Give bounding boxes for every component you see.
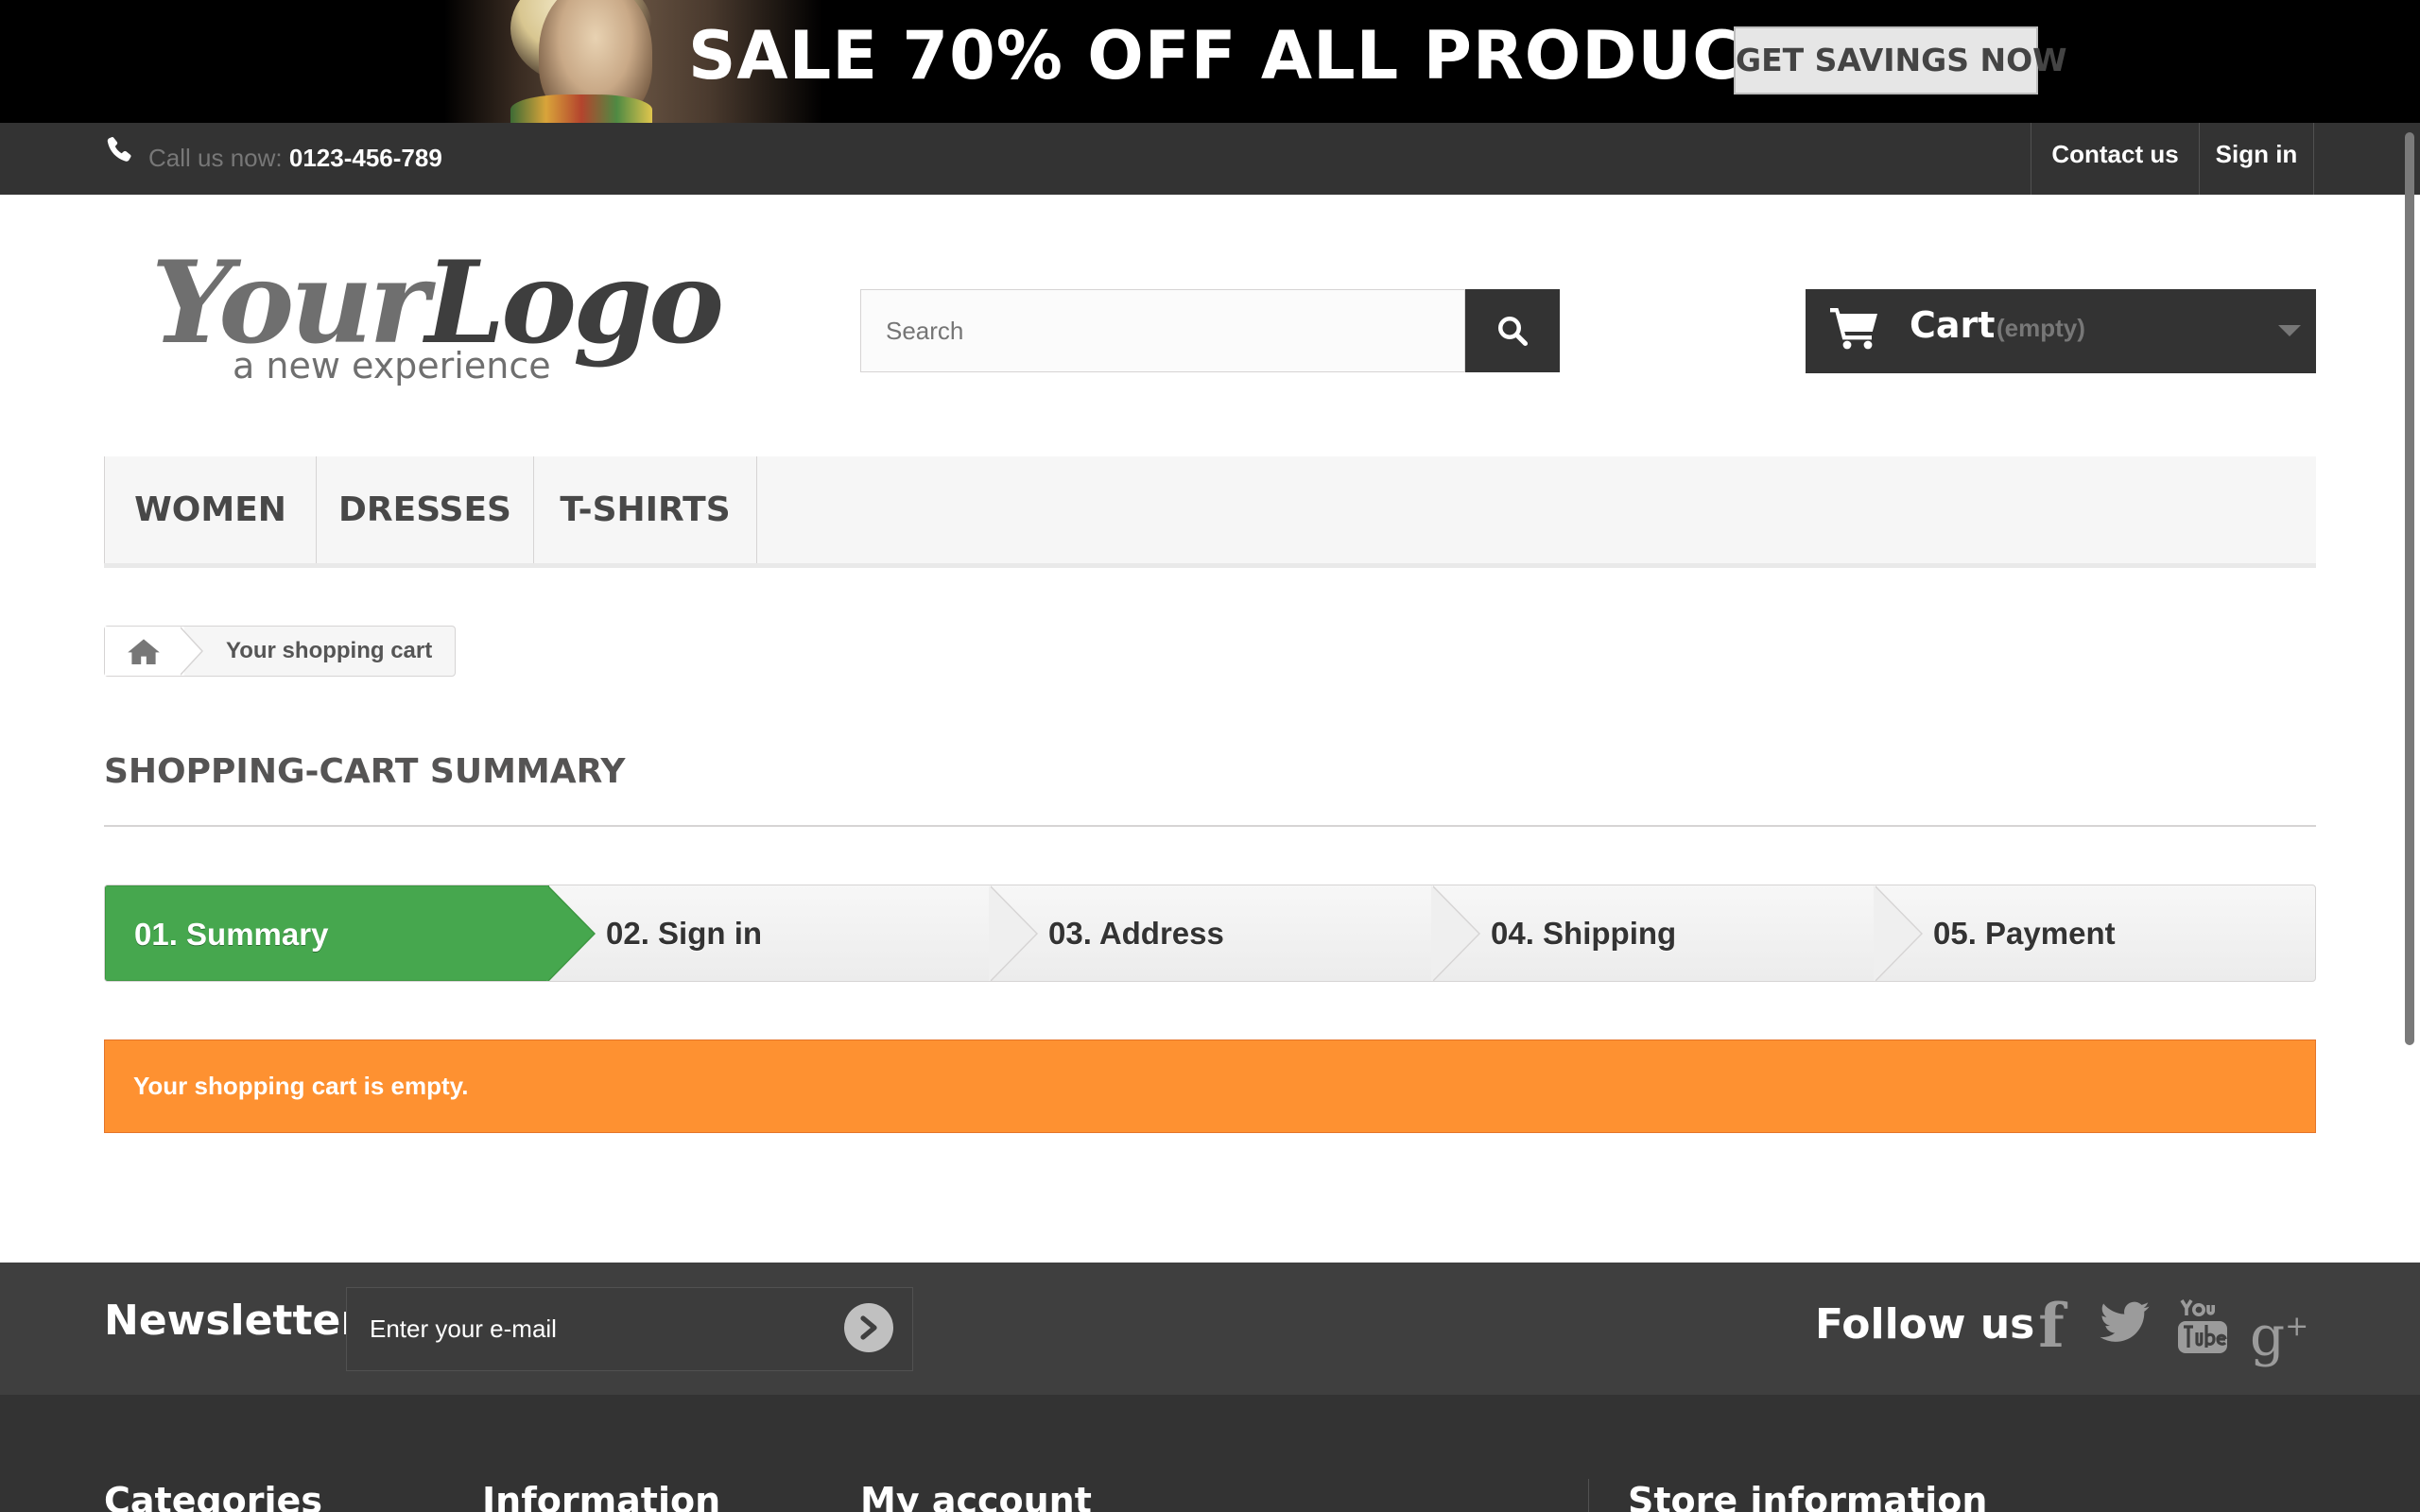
step-payment[interactable]: 05. Payment [1905, 885, 2311, 981]
google-plus-icon[interactable]: g+ [2250, 1298, 2308, 1364]
menu-item-tshirts[interactable]: T-SHIRTS [534, 456, 757, 563]
breadcrumb: Your shopping cart [104, 626, 456, 677]
breadcrumb-home[interactable] [105, 627, 184, 676]
site-footer [0, 1395, 2420, 1512]
search-input[interactable] [860, 289, 1465, 372]
step-address-label: 03. Address [1048, 916, 1224, 951]
footer-heading-store-information: Store information [1628, 1480, 1988, 1512]
main-menu: WOMEN DRESSES T-SHIRTS [104, 456, 2316, 568]
banner-model-scarf [510, 94, 652, 123]
facebook-icon[interactable]: f [2023, 1297, 2080, 1357]
sign-in-link[interactable]: Sign in [2199, 123, 2314, 195]
store-logo[interactable]: YourLogo a new experience [151, 236, 724, 392]
step-summary[interactable]: 01. Summary [105, 885, 549, 981]
cart-icon [1830, 308, 1877, 350]
breadcrumb-separator-inner [180, 627, 201, 675]
search-icon [1498, 317, 1529, 347]
newsletter-title: Newsletter [104, 1297, 362, 1345]
logo-tagline: a new experience [233, 345, 551, 387]
call-us-text: Call us now: 0123-456-789 [148, 144, 442, 173]
newsletter-email-input[interactable] [346, 1287, 913, 1371]
step-shipping[interactable]: 04. Shipping [1462, 885, 1878, 981]
twitter-icon[interactable] [2097, 1298, 2153, 1355]
breadcrumb-current: Your shopping cart [226, 638, 433, 663]
youtube-logo-shape [2178, 1299, 2227, 1353]
cart-dropdown[interactable]: Cart (empty) [1806, 289, 2316, 373]
home-icon [128, 639, 160, 664]
footer-heading-information: Information [482, 1480, 721, 1512]
scrollbar-thumb[interactable] [2405, 132, 2414, 1045]
call-label: Call us now: [148, 144, 283, 172]
chevron-right-icon [860, 1315, 877, 1340]
checkout-steps: 01. Summary 02. Sign in 03. Address 04. … [104, 885, 2316, 982]
step-payment-label: 05. Payment [1933, 916, 2116, 951]
cart-status: (empty) [1996, 314, 2085, 342]
step-shipping-label: 04. Shipping [1491, 916, 1677, 951]
step-sign-in[interactable]: 02. Sign in [578, 885, 994, 981]
page-title: SHOPPING-CART SUMMARY [104, 752, 626, 791]
footer-divider [1588, 1479, 1589, 1512]
contact-us-link[interactable]: Contact us [2031, 123, 2199, 195]
phone-number: 0123-456-789 [288, 144, 442, 172]
get-savings-button[interactable]: GET SAVINGS NOW [1734, 26, 2067, 94]
menu-item-dresses[interactable]: DRESSES [317, 456, 534, 563]
search-button[interactable] [1465, 289, 1560, 372]
follow-us-title: Follow us [1815, 1300, 2035, 1349]
menu-item-women[interactable]: WOMEN [104, 456, 317, 563]
banner-headline: SALE 70% OFF ALL PRODUCTS [688, 17, 1837, 94]
promo-banner[interactable]: SALE 70% OFF ALL PRODUCTS GET SAVINGS NO… [0, 0, 2420, 123]
cart-label: Cart [1910, 304, 1996, 346]
youtube-icon[interactable] [2174, 1298, 2231, 1355]
footer-heading-categories: Categories [104, 1480, 322, 1512]
twitter-bird-shape [2100, 1301, 2150, 1342]
phone-icon [107, 137, 131, 162]
footer-heading-my-account: My account [860, 1480, 1092, 1512]
step-sign-in-label: 02. Sign in [606, 916, 763, 951]
chevron-down-icon [2278, 325, 2301, 336]
empty-cart-alert: Your shopping cart is empty. [104, 1040, 2316, 1133]
newsletter-submit-button[interactable] [844, 1303, 893, 1352]
heading-divider [104, 825, 2316, 827]
step-address[interactable]: 03. Address [1020, 885, 1436, 981]
step-summary-label: 01. Summary [134, 917, 329, 952]
